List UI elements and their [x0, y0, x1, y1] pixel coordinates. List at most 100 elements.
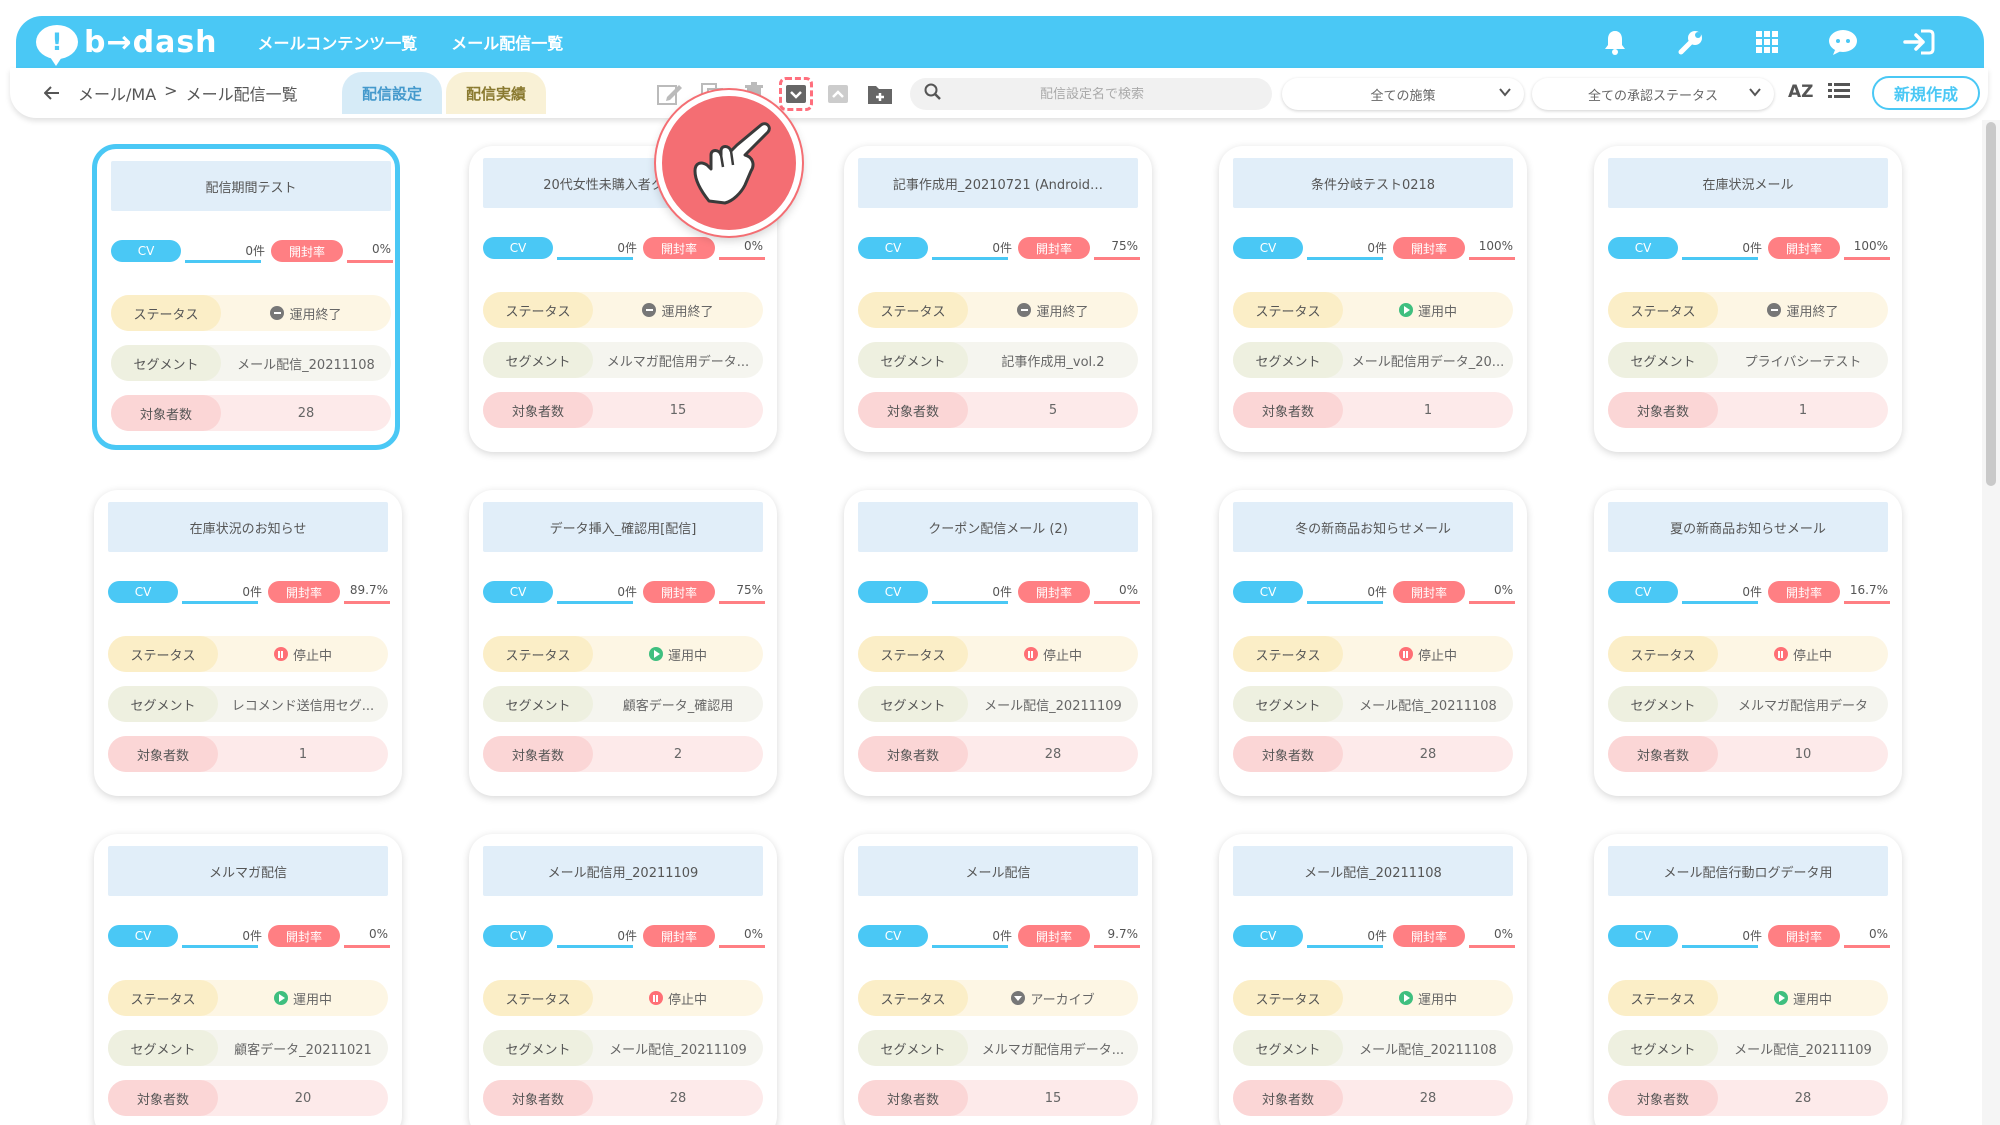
target-value: 2 — [673, 746, 683, 762]
wrench-icon[interactable] — [1674, 25, 1708, 59]
nav-mail-contents[interactable]: メールコンテンツ一覧 — [258, 30, 418, 54]
delivery-card[interactable]: メール配信_20211108 CV 0件 開封率 0% ステータス 運用中 セグ… — [1219, 834, 1527, 1125]
sort-az-icon[interactable]: AZ — [1788, 82, 1813, 102]
cv-underline — [1307, 257, 1383, 260]
card-title-text: クーポン配信メール (2) — [928, 521, 1068, 537]
cv-badge: CV — [108, 581, 178, 603]
card-title-text: 配信期間テスト — [205, 180, 297, 196]
edit-icon[interactable] — [656, 80, 684, 108]
delivery-card[interactable]: 配信期間テスト CV 0件 開封率 0% ステータス 運用終了 セグメント メー… — [92, 144, 400, 450]
delivery-card[interactable]: クーポン配信メール (2) CV 0件 開封率 0% ステータス 停止中 セグメ… — [844, 490, 1152, 796]
segment-row: セグメント プライバシーテスト — [1608, 342, 1888, 378]
target-row: 対象者数 28 — [483, 1080, 763, 1116]
delivery-card[interactable]: 在庫状況のお知らせ CV 0件 開封率 89.7% ステータス 停止中 セグメン… — [94, 490, 402, 796]
status-text: 停止中 — [667, 992, 707, 1008]
nav-mail-delivery[interactable]: メール配信一覧 — [451, 30, 563, 54]
card-metrics: CV 0件 開封率 100% — [1608, 235, 1890, 263]
delivery-card[interactable]: 冬の新商品お知らせメール CV 0件 開封率 0% ステータス 停止中 セグメン… — [1219, 490, 1527, 796]
open-rate-value: 0% — [1493, 583, 1513, 597]
target-value: 15 — [1044, 1090, 1062, 1106]
status-value: アーカイブ — [968, 989, 1138, 1008]
delivery-card[interactable]: 条件分岐テスト0218 CV 0件 開封率 100% ステータス 運用中 セグメ… — [1219, 146, 1527, 452]
top-header: ! b→dash メールコンテンツ一覧 メール配信一覧 — [16, 16, 1984, 68]
open-rate-badge: 開封率 — [1018, 925, 1090, 947]
status-stopped-icon — [648, 991, 663, 1005]
target-row: 対象者数 28 — [1233, 1080, 1513, 1116]
status-label: ステータス — [483, 636, 593, 672]
arrow-left-icon[interactable] — [40, 81, 64, 106]
cv-underline — [932, 601, 1008, 604]
breadcrumb-mail-ma[interactable]: メール/MA — [78, 81, 156, 105]
status-row: ステータス 運用終了 — [1608, 292, 1888, 328]
card-title: 夏の新商品お知らせメール — [1608, 502, 1888, 552]
cv-value: 0件 — [1367, 929, 1387, 943]
bell-icon[interactable] — [1598, 25, 1632, 59]
status-row: ステータス 運用中 — [483, 636, 763, 672]
delivery-card[interactable]: メール配信 CV 0件 開封率 9.7% ステータス アーカイブ セグメント メ… — [844, 834, 1152, 1125]
search-input[interactable] — [942, 86, 1242, 102]
archive-icon[interactable] — [779, 77, 813, 111]
tab-delivery-results[interactable]: 配信実績 — [446, 72, 546, 114]
cv-value: 0件 — [1367, 241, 1387, 255]
cv-value: 0件 — [992, 585, 1012, 599]
chat-icon[interactable] — [1826, 25, 1860, 59]
tab-delivery-settings[interactable]: 配信設定 — [342, 72, 442, 114]
add-folder-icon[interactable] — [866, 80, 894, 108]
grid-icon[interactable] — [1750, 25, 1784, 59]
delivery-card[interactable]: データ挿入_確認用[配信] CV 0件 開封率 75% ステータス 運用中 セグ… — [469, 490, 777, 796]
segment-label: セグメント — [483, 342, 593, 378]
delivery-card[interactable]: 在庫状況メール CV 0件 開封率 100% ステータス 運用終了 セグメント … — [1594, 146, 1902, 452]
target-label: 対象者数 — [1233, 736, 1343, 772]
target-label: 対象者数 — [1233, 392, 1343, 428]
open-rate-value: 75% — [1111, 239, 1138, 253]
search-icon — [924, 83, 942, 105]
status-row: ステータス 運用終了 — [483, 292, 763, 328]
segment-row: セグメント メルマガ配信用データ... — [858, 1030, 1138, 1066]
status-value: 運用中 — [1343, 989, 1513, 1008]
segment-value: メール配信_20211108 — [1359, 698, 1497, 714]
new-create-button[interactable]: 新規作成 — [1872, 76, 1980, 110]
search-box — [910, 78, 1272, 110]
delivery-card[interactable]: 夏の新商品お知らせメール CV 0件 開封率 16.7% ステータス 停止中 セ… — [1594, 490, 1902, 796]
target-value: 5 — [1048, 402, 1058, 418]
list-view-icon[interactable] — [1828, 82, 1850, 104]
delivery-card[interactable]: 記事作成用_20210721 (Android… CV 0件 開封率 75% ス… — [844, 146, 1152, 452]
delivery-card[interactable]: メール配信行動ログデータ用 CV 0件 開封率 0% ステータス 運用中 セグメ… — [1594, 834, 1902, 1125]
segment-value: メルマガ配信用データ — [1737, 698, 1868, 714]
open-rate-underline — [1094, 257, 1140, 260]
delivery-card[interactable]: メルマガ配信 CV 0件 開封率 0% ステータス 運用中 セグメント 顧客デー… — [94, 834, 402, 1125]
target-row: 対象者数 5 — [858, 392, 1138, 428]
card-title: メール配信用_20211109 — [483, 846, 763, 896]
card-title-text: 冬の新商品お知らせメール — [1295, 521, 1451, 537]
open-rate-value: 0% — [1118, 583, 1138, 597]
unarchive-icon[interactable] — [824, 80, 852, 108]
target-row: 対象者数 20 — [108, 1080, 388, 1116]
target-label: 対象者数 — [1608, 392, 1718, 428]
cv-underline — [557, 601, 633, 604]
scroll-thumb[interactable] — [1986, 122, 1996, 486]
card-title: 在庫状況メール — [1608, 158, 1888, 208]
segment-value: メルマガ配信用データ... — [981, 1042, 1125, 1058]
segment-label: セグメント — [483, 1030, 593, 1066]
status-value: 運用終了 — [1718, 301, 1888, 320]
segment-value: メール配信_20211109 — [609, 1042, 747, 1058]
card-metrics: CV 0件 開封率 0% — [111, 238, 393, 266]
status-text: 運用終了 — [661, 304, 714, 320]
status-label: ステータス — [858, 980, 968, 1016]
target-label: 対象者数 — [483, 1080, 593, 1116]
cv-underline — [1307, 601, 1383, 604]
cv-underline — [932, 945, 1008, 948]
measure-select[interactable]: 全ての施策 — [1282, 78, 1524, 110]
target-value: 28 — [1794, 1090, 1812, 1106]
open-rate-badge: 開封率 — [268, 925, 340, 947]
status-row: ステータス アーカイブ — [858, 980, 1138, 1016]
delivery-card[interactable]: メール配信用_20211109 CV 0件 開封率 0% ステータス 停止中 セ… — [469, 834, 777, 1125]
logo[interactable]: ! b→dash — [36, 25, 218, 66]
approval-status-select[interactable]: 全ての承認ステータス — [1532, 78, 1774, 110]
status-row: ステータス 停止中 — [858, 636, 1138, 672]
card-metrics: CV 0件 開封率 0% — [858, 579, 1140, 607]
logout-icon[interactable] — [1902, 25, 1936, 59]
target-label: 対象者数 — [1608, 736, 1718, 772]
scrollbar[interactable] — [1982, 120, 2000, 1125]
cv-badge: CV — [1233, 925, 1303, 947]
